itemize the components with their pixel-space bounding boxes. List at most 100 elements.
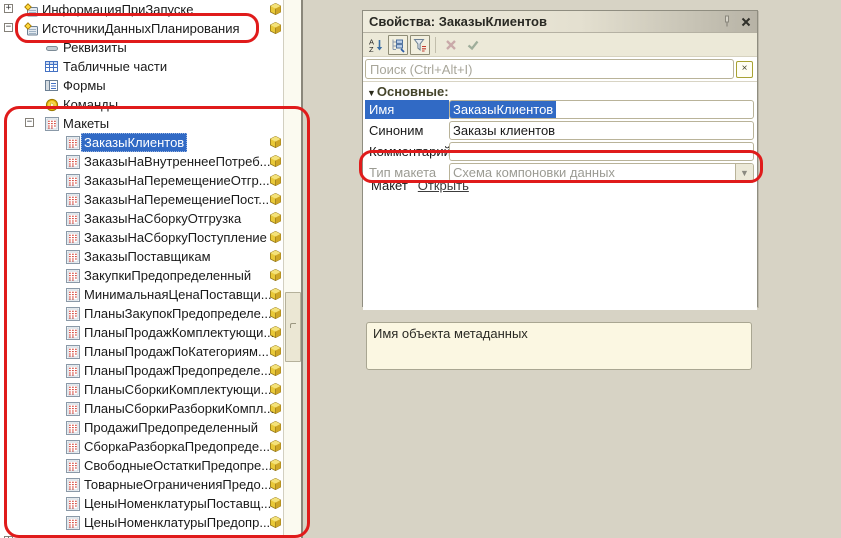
properties-body: ▼Основные: ИмяЗаказыКлиентовСинонимЗаказ…	[363, 82, 757, 310]
tree-row[interactable]: ПланыСборкиКомплектующи...	[0, 380, 283, 399]
search-box[interactable]	[365, 59, 734, 79]
tree-row[interactable]: ПланыПродажПредопределе...	[0, 361, 283, 380]
tree-item-label: ЦеныНоменклатурыПоставщ...	[84, 494, 271, 513]
layout-row: МакетОткрыть	[371, 178, 469, 193]
tree-row[interactable]: ЗаказыКлиентов	[0, 133, 283, 152]
properties-toolbar: AZ	[363, 33, 757, 57]
tree-row[interactable]: ПродажиПредопределенный	[0, 418, 283, 437]
vendor-cube-icon	[270, 193, 281, 205]
vendor-cube-icon	[270, 174, 281, 186]
tree-scrollbar[interactable]	[283, 0, 301, 538]
property-row: Комментарий	[365, 142, 754, 161]
collapse-node-icon[interactable]: −	[25, 118, 34, 127]
tree-row[interactable]: СборкаРазборкаПредопреде...	[0, 437, 283, 456]
pin-icon[interactable]	[719, 14, 735, 30]
layout-open-link[interactable]: Открыть	[418, 178, 469, 193]
sort-alphabetical-icon[interactable]: AZ	[366, 35, 386, 55]
tree-row[interactable]: Реквизиты	[0, 38, 283, 57]
tree-item-label: ИсточникиДанныхПланирования	[42, 19, 240, 38]
vendor-cube-icon	[270, 22, 281, 34]
layout-icon	[66, 440, 81, 454]
tree-row[interactable]: Формы	[0, 76, 283, 95]
metadata-tree[interactable]: +ИнформацияПриЗапуске − ИсточникиДанныхПла…	[0, 0, 283, 538]
tree-row[interactable]: ЦеныНоменклатурыПоставщ...	[0, 494, 283, 513]
pane-splitter[interactable]	[301, 0, 303, 538]
data-source-icon	[24, 3, 39, 17]
tree-row[interactable]: ПланыЗакупокПредопределе...	[0, 304, 283, 323]
tree-row[interactable]: ЗаказыНаСборкуОтгрузка	[0, 209, 283, 228]
tree-row[interactable]: Команды	[0, 95, 283, 114]
property-value-text: Заказы клиентов	[450, 122, 558, 139]
close-icon[interactable]	[738, 14, 754, 30]
form-icon	[45, 79, 60, 93]
tree-row[interactable]: ТоварныеОграниченияПредо...	[0, 475, 283, 494]
tabular-section-icon	[45, 60, 60, 74]
tree-row[interactable]: ПланыСборкиРазборкиКомпл...	[0, 399, 283, 418]
tree-row[interactable]: ЗаказыПоставщикам	[0, 247, 283, 266]
tree-item-label: ЗаказыНаПеремещениеОтгр...	[84, 171, 270, 190]
layout-icon	[66, 516, 81, 530]
tree-row[interactable]: ПланыПродажПоКатегориям...	[0, 342, 283, 361]
property-value-text: ЗаказыКлиентов	[450, 101, 556, 118]
tree-item-label: ПланыПродажКомплектующи...	[84, 323, 274, 342]
toolbar-separator	[435, 37, 436, 53]
properties-title: Свойства: ЗаказыКлиентов	[363, 14, 719, 29]
vendor-cube-icon	[270, 269, 281, 281]
layout-icon	[66, 174, 81, 188]
tree-row[interactable]: ЦеныНоменклатурыПредопр...	[0, 513, 283, 532]
apply-icon	[463, 35, 483, 55]
vendor-cube-icon	[270, 345, 281, 357]
tree-row[interactable]: СвободныеОстаткиПредопре...	[0, 456, 283, 475]
property-value-field[interactable]	[449, 142, 754, 161]
search-input[interactable]	[366, 61, 733, 77]
tree-row[interactable]: −Макеты	[0, 114, 283, 133]
collapse-node-icon[interactable]: −	[4, 23, 13, 32]
tree-item-label: Табличные части	[63, 57, 167, 76]
tree-row[interactable]: ЗаказыНаСборкуПоступление	[0, 228, 283, 247]
tree-item-label: Реквизиты	[63, 38, 127, 57]
vendor-cube-icon	[270, 516, 281, 528]
tree-row[interactable]: Табличные части	[0, 57, 283, 76]
tree-row[interactable]: ЗаказыНаВнутреннееПотреб...	[0, 152, 283, 171]
expand-node-icon[interactable]: +	[4, 4, 13, 13]
tree-item-label: Формы	[63, 76, 106, 95]
layout-icon	[66, 383, 81, 397]
tree-item-label: ЗаказыНаСборкуОтгрузка	[84, 209, 241, 228]
tree-item-label: ПланыСборкиКомплектующи...	[84, 380, 272, 399]
layout-icon	[66, 193, 81, 207]
layout-icon	[66, 155, 81, 169]
vendor-cube-icon	[270, 136, 281, 148]
layout-icon	[66, 459, 81, 473]
category-view-icon[interactable]	[388, 35, 408, 55]
attribute-icon	[45, 41, 60, 55]
tree-item-label: ПланыПродажПредопределе...	[84, 361, 271, 380]
vendor-cube-icon	[270, 440, 281, 452]
layout-icon	[66, 364, 81, 378]
tree-row[interactable]: ПланыПродажКомплектующи...	[0, 323, 283, 342]
property-value-field[interactable]: Заказы клиентов	[449, 121, 754, 140]
property-label: Комментарий	[365, 142, 449, 161]
search-clear-icon[interactable]: ×	[736, 61, 753, 78]
scrollbar-thumb[interactable]	[285, 292, 301, 362]
tree-row[interactable]: +ИнформацияПриЗапуске	[0, 0, 283, 19]
tree-item-label: ЗаказыКлиентов	[81, 133, 187, 152]
tree-row[interactable]: ЗакупкиПредопределенный	[0, 266, 283, 285]
tree-item-label: КартаМаршрутаБизнесПроцесса	[42, 532, 241, 538]
tree-item-label: ЗаказыНаСборкуПоступление	[84, 228, 267, 247]
tree-item-label: ПланыПродажПоКатегориям...	[84, 342, 269, 361]
property-value-field[interactable]: ЗаказыКлиентов	[449, 100, 754, 119]
layout-icon	[66, 402, 81, 416]
vendor-cube-icon	[270, 3, 281, 15]
tree-row[interactable]: ЗаказыНаПеремещениеПост...	[0, 190, 283, 209]
tree-row[interactable]: +КартаМаршрутаБизнесПроцесса	[0, 532, 283, 538]
vendor-cube-icon	[270, 307, 281, 319]
property-value-text: Схема компоновки данных	[450, 164, 618, 181]
tree-row[interactable]: МинимальнаяЦенаПоставщи...	[0, 285, 283, 304]
section-header[interactable]: ▼Основные:	[367, 84, 449, 99]
tree-row[interactable]: ЗаказыНаПеремещениеОтгр...	[0, 171, 283, 190]
vendor-cube-icon	[270, 364, 281, 376]
filter-important-icon[interactable]	[410, 35, 430, 55]
tree-row[interactable]: − ИсточникиДанныхПланирования	[0, 19, 283, 38]
tree-item-label: СборкаРазборкаПредопреде...	[84, 437, 270, 456]
layout-icon	[66, 212, 81, 226]
